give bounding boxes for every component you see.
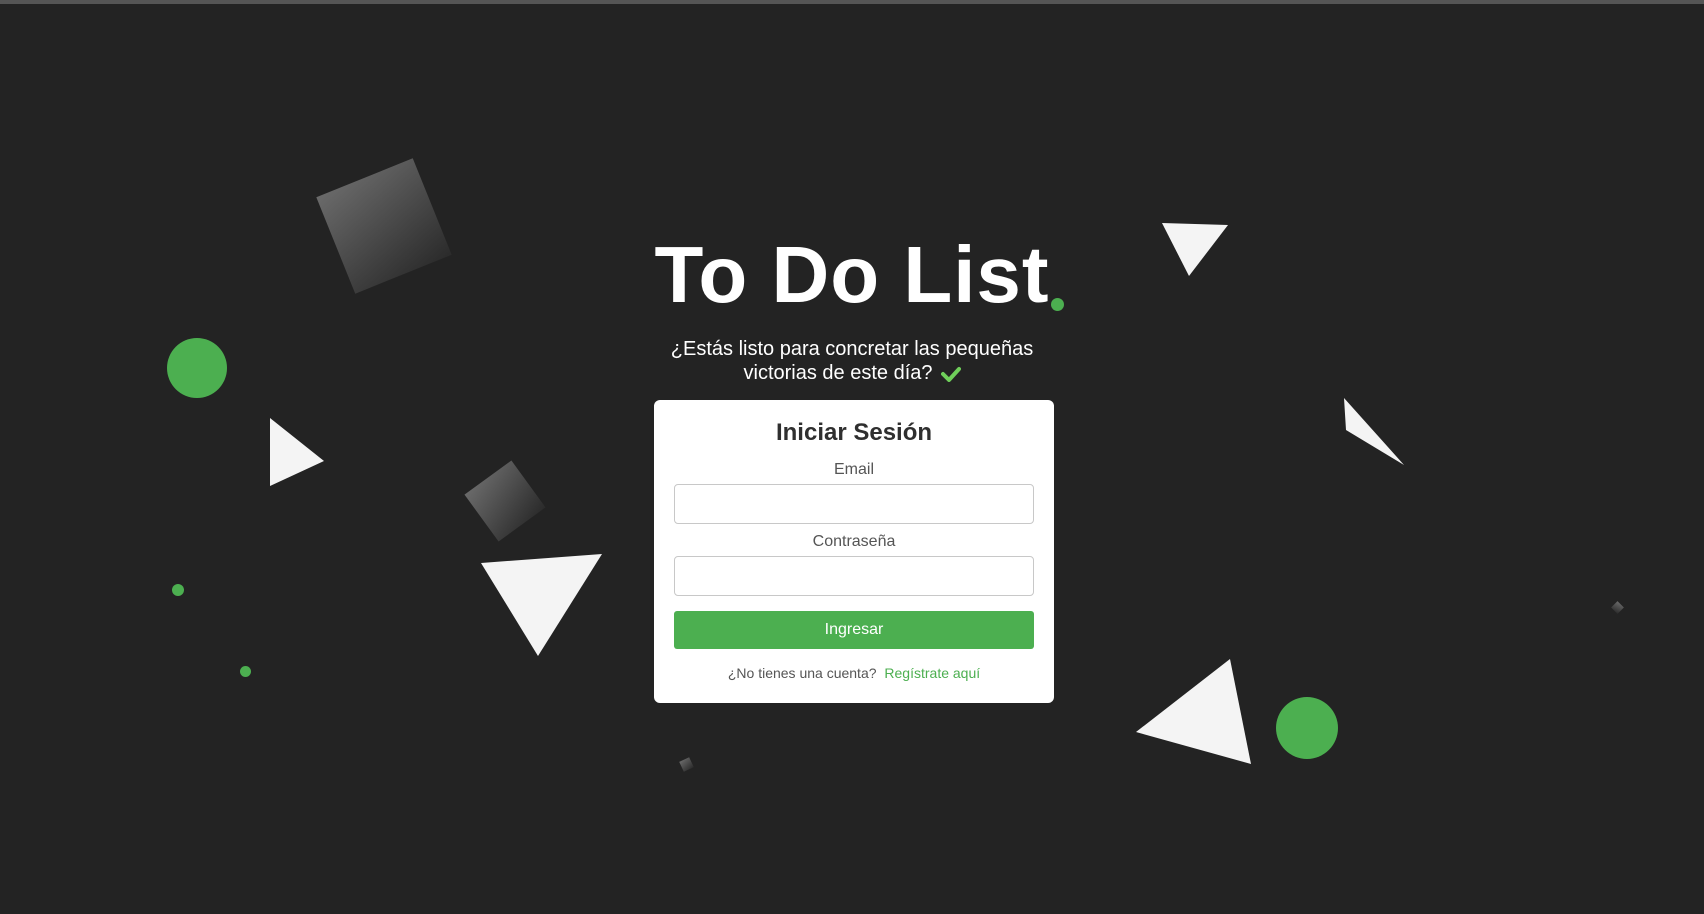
email-label: Email xyxy=(833,461,874,478)
page-subtitle: ¿Estás listo para concretar las pequeñas… xyxy=(652,337,1052,385)
page-title: To Do List xyxy=(654,225,1064,325)
title-dot-icon xyxy=(1050,298,1064,311)
register-link[interactable]: Regístrate aquí xyxy=(884,665,980,681)
register-prompt: ¿No tienes una cuenta? Regístrate aquí xyxy=(674,664,1034,682)
page-subtitle-text: ¿Estás listo para concretar las pequeñas… xyxy=(670,338,1034,384)
password-label: Contraseña xyxy=(812,533,896,550)
login-button[interactable]: Ingresar xyxy=(674,611,1034,649)
hero-section: To Do List ¿Estás listo para concretar l… xyxy=(0,225,1704,385)
password-field[interactable] xyxy=(674,556,1034,596)
page-title-text: To Do List xyxy=(654,230,1050,319)
login-title: Iniciar Sesión xyxy=(775,419,933,446)
login-card: Iniciar Sesión Email Contraseña Ingresar… xyxy=(654,400,1054,703)
register-prompt-text: ¿No tienes una cuenta? xyxy=(727,665,877,681)
email-field[interactable] xyxy=(674,484,1034,524)
check-icon xyxy=(940,366,961,382)
